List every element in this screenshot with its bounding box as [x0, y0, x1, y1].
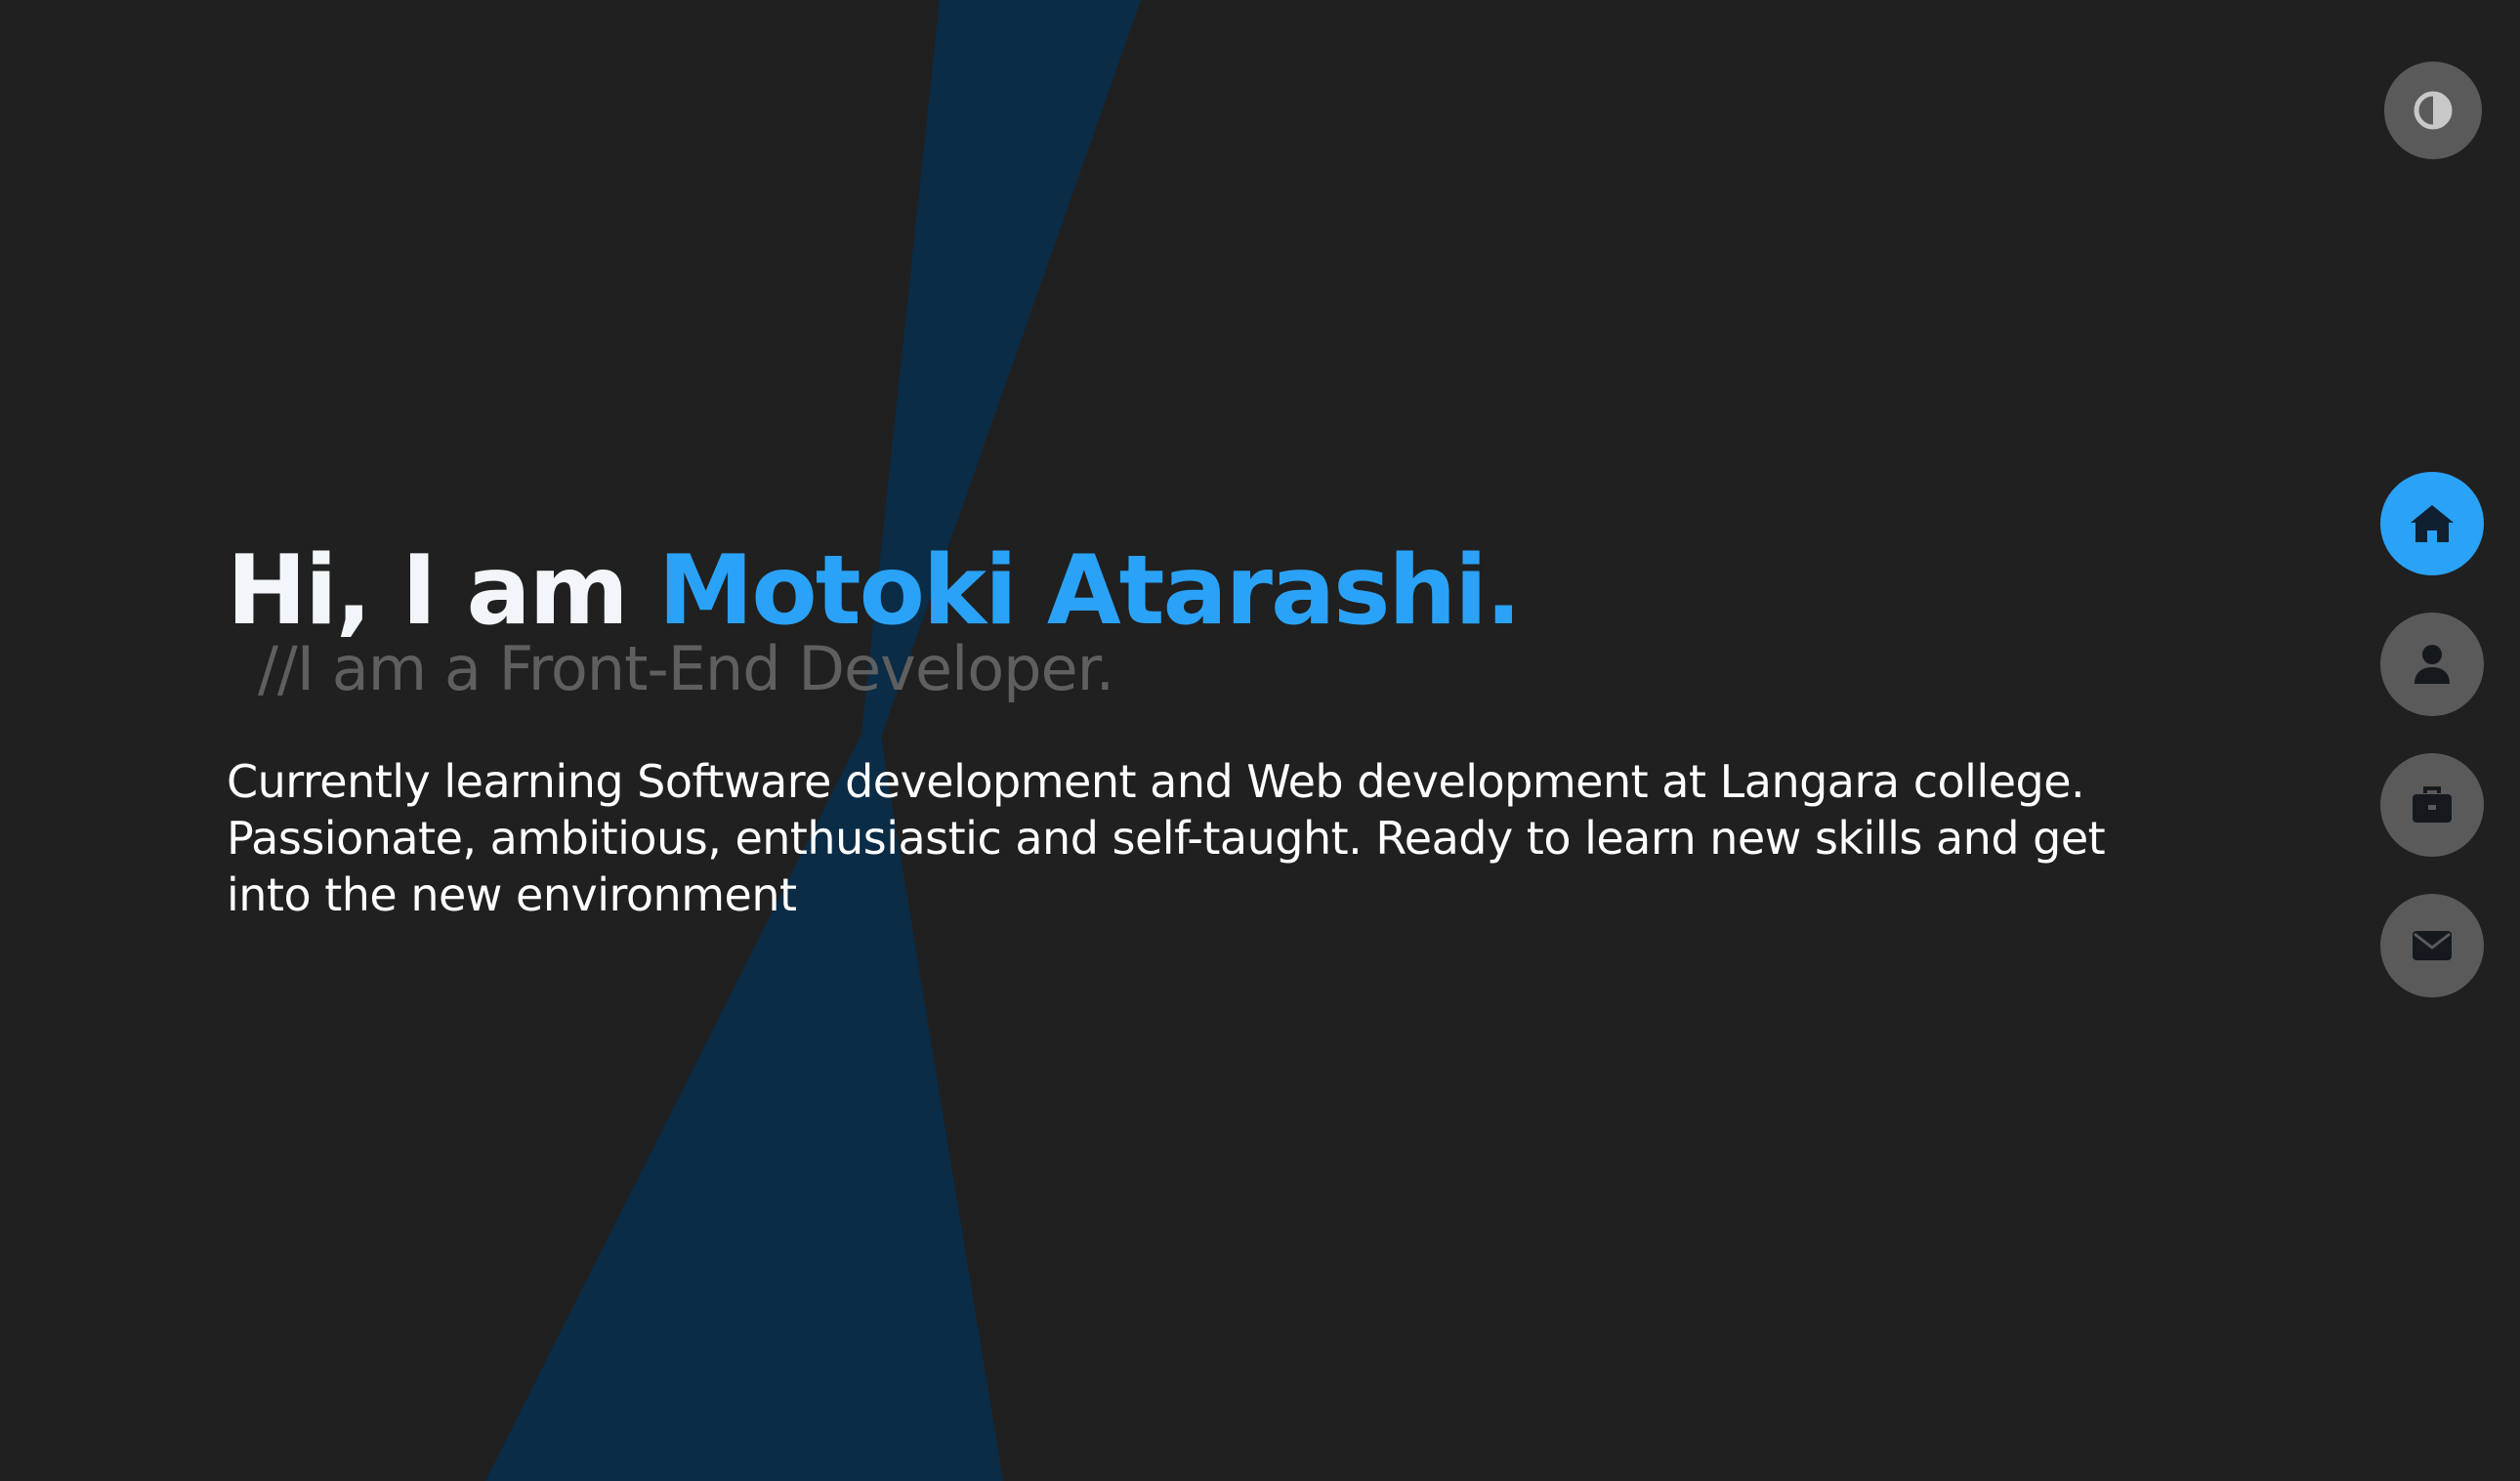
- user-icon: [2415, 645, 2450, 684]
- envelope-icon: [2413, 931, 2452, 960]
- contrast-icon: [2414, 91, 2453, 130]
- side-navigation: [2380, 472, 2484, 1035]
- briefcase-icon: [2413, 786, 2452, 823]
- theme-toggle-button[interactable]: [2384, 62, 2482, 159]
- nav-contact-button[interactable]: [2380, 894, 2484, 997]
- intro-description: Currently learning Software development …: [227, 755, 2106, 921]
- nav-home-button[interactable]: [2380, 472, 2484, 575]
- home-icon: [2411, 505, 2454, 542]
- hero-section: Hi, I am Motoki Atarashi. //I am a Front…: [227, 532, 2180, 923]
- nav-work-button[interactable]: [2380, 753, 2484, 857]
- nav-about-button[interactable]: [2380, 613, 2484, 716]
